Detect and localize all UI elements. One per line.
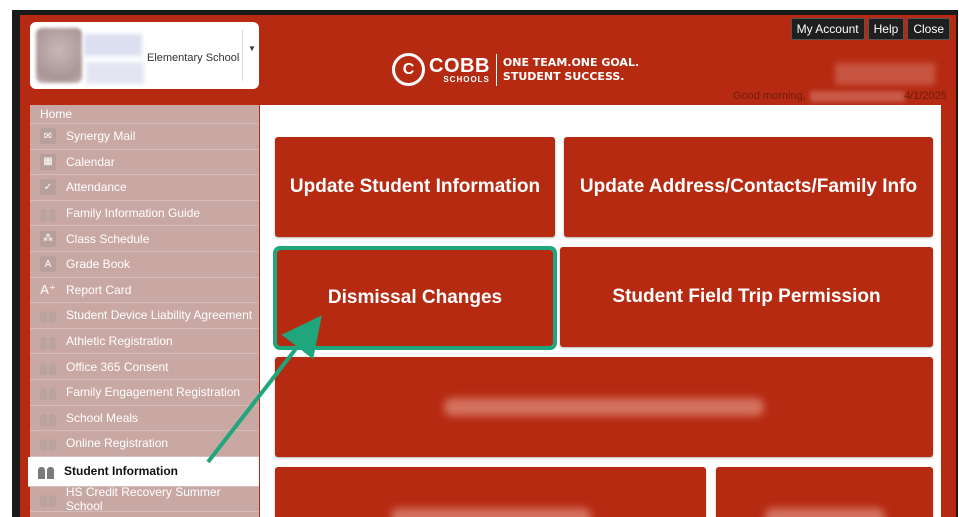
people-icon (40, 435, 56, 452)
logo-brand: COBB (429, 54, 490, 77)
logo-tagline-2: STUDENT SUCCESS. (502, 69, 625, 83)
main-content: Update Student Information Update Addres… (260, 105, 941, 517)
report-card-icon: A⁺ (40, 281, 56, 297)
sidebar-nav: Home ✉ Synergy Mail ▦ Calendar ✓ Attenda… (28, 105, 259, 517)
sidebar-item-label: Synergy Mail (66, 129, 136, 144)
logo-divider (495, 53, 497, 86)
update-student-information-tile[interactable]: Update Student Information (275, 137, 555, 237)
sidebar-item-synergy-mail[interactable]: ✉ Synergy Mail (30, 124, 259, 150)
sidebar-item-label: School Meals (66, 410, 139, 425)
current-date: 4/1/2025 (904, 90, 947, 102)
sidebar-item-hs-credit-recovery[interactable]: HS Credit Recovery Summer School (30, 485, 259, 514)
app-window: Elementary School ▼ C COBB SCHOOLS ONE T… (20, 15, 956, 517)
student-field-trip-permission-tile[interactable]: Student Field Trip Permission (560, 247, 933, 347)
sidebar-item-label: Grade Book (66, 257, 131, 272)
mail-icon: ✉ (40, 128, 56, 145)
attendance-icon: ✓ (40, 179, 56, 196)
people-icon (40, 359, 56, 375)
sidebar-item-family-information-guide[interactable]: Family Information Guide (30, 201, 259, 227)
logo-tagline-1: ONE TEAM.ONE GOAL. (502, 55, 640, 69)
close-button[interactable]: Close (907, 18, 950, 40)
sidebar-item-label: Attendance (66, 180, 127, 195)
people-icon (40, 205, 56, 222)
sidebar-item-label: Student Information (64, 464, 178, 479)
people-icon (40, 410, 56, 426)
tile-label: Update Address/Contacts/Family Info (579, 176, 918, 197)
logo-sub: SCHOOLS (443, 74, 490, 84)
sidebar-item-calendar[interactable]: ▦ Calendar (30, 150, 259, 176)
sidebar-item-grade-book[interactable]: A Grade Book (30, 252, 259, 278)
people-icon (38, 463, 54, 480)
sidebar-item-athletic-registration[interactable]: Athletic Registration (30, 329, 259, 355)
sidebar-item-attendance[interactable]: ✓ Attendance (30, 175, 259, 201)
sidebar-item-office-365-consent[interactable]: Office 365 Consent (30, 354, 259, 380)
sidebar-item-class-schedule[interactable]: ⁂ Class Schedule (30, 226, 259, 252)
tile-label: Update Student Information (289, 176, 541, 197)
school-name: Elementary School (147, 52, 240, 64)
bottom-tile-right[interactable] (716, 467, 933, 517)
divider (242, 30, 243, 81)
student-id-redacted (86, 62, 144, 84)
sidebar-item-label: HS Credit Recovery Summer School (65, 485, 221, 514)
school-selector[interactable]: Elementary School ▼ (30, 22, 259, 89)
sidebar-item-label: Student Device Liability Agreement (66, 308, 253, 323)
redacted-tile-label (444, 398, 764, 416)
tile-label: Student Field Trip Permission (612, 286, 881, 307)
sidebar-home-link[interactable]: Home (30, 105, 259, 124)
redacted-tile[interactable] (275, 357, 933, 457)
help-button[interactable]: Help (867, 18, 905, 40)
student-name-redacted (84, 34, 142, 56)
sidebar-item-student-information[interactable]: Student Information (28, 456, 259, 487)
chevron-down-icon[interactable]: ▼ (248, 44, 256, 53)
sidebar-item-label: Athletic Registration (66, 334, 173, 349)
sidebar-item-student-device-liability[interactable]: Student Device Liability Agreement (30, 303, 259, 329)
people-icon (40, 491, 56, 508)
sidebar-item-label: Class Schedule (66, 231, 150, 246)
people-icon (40, 384, 56, 401)
my-account-button[interactable]: My Account (790, 18, 865, 40)
people-icon (40, 333, 56, 350)
sidebar-item-label: Report Card (66, 282, 132, 297)
redacted-tile-label (764, 508, 885, 517)
cobb-c-icon: C (392, 53, 425, 86)
greeting-text: Good morning, (733, 90, 806, 102)
user-name-redacted (835, 63, 935, 85)
sidebar-item-family-engagement-registration[interactable]: Family Engagement Registration (30, 380, 259, 406)
dismissal-changes-tile[interactable]: Dismissal Changes (273, 246, 557, 350)
sidebar-item-label: Online Registration (66, 436, 169, 451)
update-address-contacts-tile[interactable]: Update Address/Contacts/Family Info (564, 137, 933, 237)
greeting-name-redacted (810, 91, 905, 102)
sidebar-item-label: Calendar (66, 154, 115, 169)
gradebook-icon: A (40, 256, 56, 273)
sidebar-item-school-meals[interactable]: School Meals (30, 406, 259, 432)
sidebar-item-online-registration[interactable]: Online Registration (30, 431, 259, 457)
account-toolbar: My Account Help Close (790, 18, 950, 40)
sidebar-item-label: Family Engagement Registration (66, 385, 241, 400)
cobb-schools-logo: C COBB SCHOOLS ONE TEAM.ONE GOAL. STUDEN… (392, 53, 639, 86)
calendar-icon: ▦ (40, 153, 56, 170)
schedule-icon: ⁂ (40, 230, 56, 247)
bottom-tile-left[interactable] (275, 467, 706, 517)
student-photo (36, 28, 82, 83)
tile-label: Dismissal Changes (327, 287, 503, 308)
redacted-tile-label (390, 508, 591, 517)
sidebar-item-label: Family Information Guide (66, 206, 201, 221)
people-icon (40, 307, 56, 324)
sidebar-item-report-card[interactable]: A⁺ Report Card (30, 278, 259, 304)
sidebar-item-label: Office 365 Consent (66, 359, 169, 374)
